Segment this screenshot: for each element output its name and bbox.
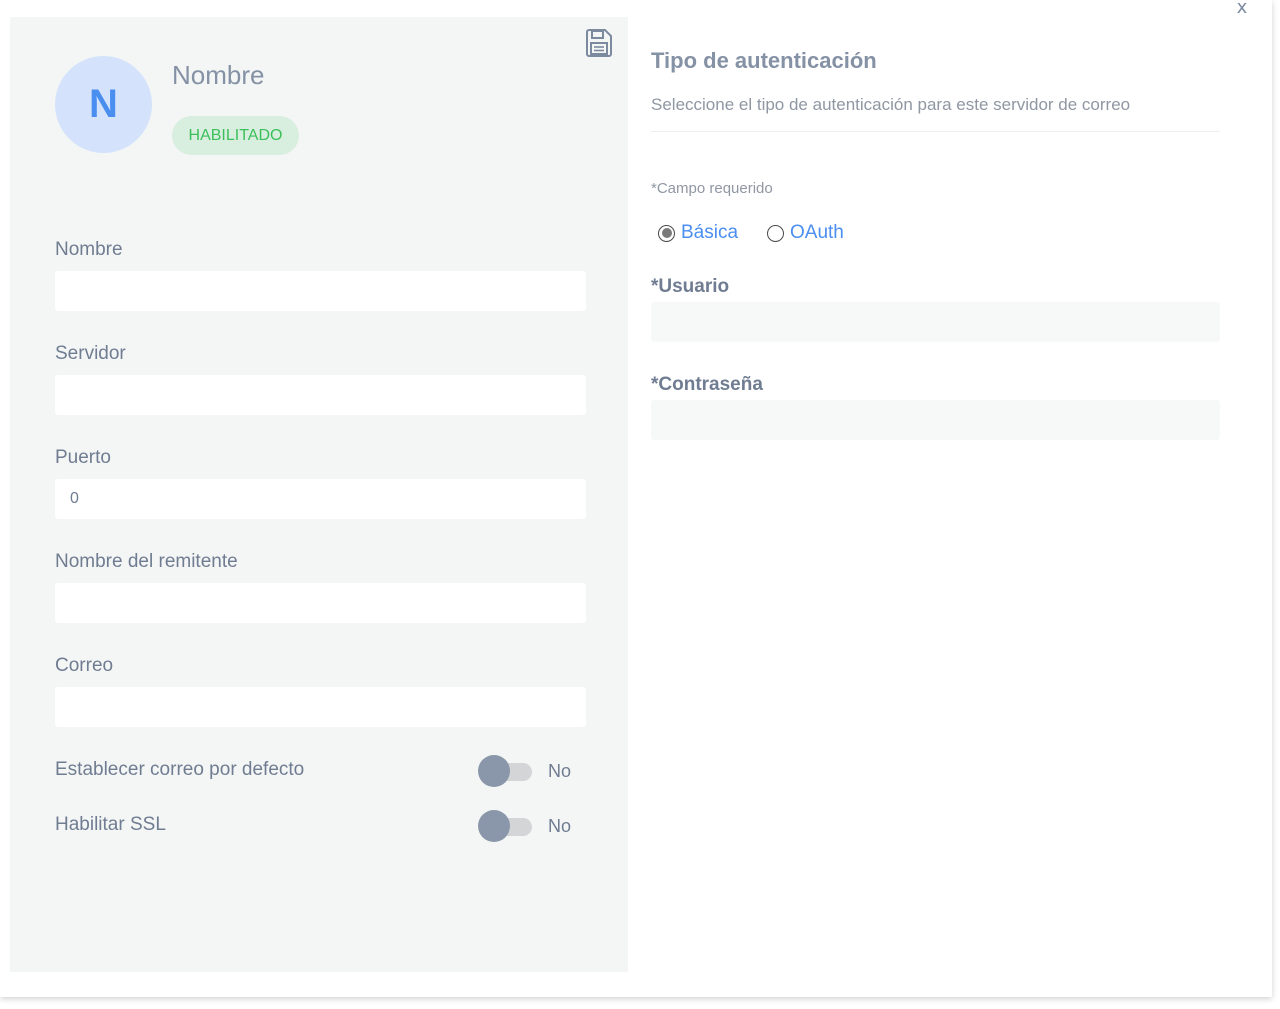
toggle-knob: [478, 810, 510, 842]
required-field-note: *Campo requerido: [651, 180, 773, 197]
password-field[interactable]: [651, 400, 1220, 440]
auth-type-subtitle: Seleccione el tipo de autenticación para…: [651, 95, 1131, 114]
status-badge: HABILITADO: [172, 116, 299, 155]
email-field[interactable]: [55, 687, 586, 727]
port-field-label: Puerto: [55, 447, 111, 468]
radio-oauth[interactable]: OAuth: [767, 220, 844, 246]
ssl-toggle-value: No: [548, 816, 572, 836]
default-email-toggle-label: Establecer correo por defecto: [55, 759, 305, 780]
name-field[interactable]: [55, 271, 586, 311]
default-email-toggle-value: No: [548, 761, 572, 781]
radio-circle: [767, 224, 784, 242]
avatar: N: [55, 56, 152, 153]
divider: [651, 131, 1220, 132]
save-icon[interactable]: [586, 29, 612, 57]
radio-basic-label: Básica: [681, 222, 739, 243]
server-details-panel: N Nombre HABILITADO Nombre Servidor Puer…: [10, 17, 628, 972]
ssl-toggle-label: Habilitar SSL: [55, 814, 166, 835]
radio-basic[interactable]: Básica: [658, 220, 738, 246]
toggle-knob: [478, 755, 510, 787]
user-field[interactable]: [651, 302, 1220, 342]
auth-type-title: Tipo de autenticación: [651, 48, 877, 73]
sender-name-field[interactable]: [55, 583, 586, 623]
port-field[interactable]: [55, 479, 586, 519]
sender-name-field-label: Nombre del remitente: [55, 551, 238, 572]
name-field-label: Nombre: [55, 239, 123, 260]
server-field[interactable]: [55, 375, 586, 415]
radio-circle-selected: [658, 224, 675, 242]
default-email-toggle[interactable]: [478, 755, 534, 787]
server-config-dialog: x N Nombre HABILITADO Nombre Servidor Pu…: [0, 0, 1272, 997]
password-field-label: *Contraseña: [651, 374, 763, 395]
ssl-toggle[interactable]: [478, 810, 534, 842]
close-icon[interactable]: x: [1232, 0, 1252, 18]
profile-name: Nombre: [172, 60, 265, 90]
server-field-label: Servidor: [55, 343, 126, 364]
user-field-label: *Usuario: [651, 276, 730, 297]
radio-oauth-label: OAuth: [790, 222, 844, 243]
email-field-label: Correo: [55, 655, 114, 676]
